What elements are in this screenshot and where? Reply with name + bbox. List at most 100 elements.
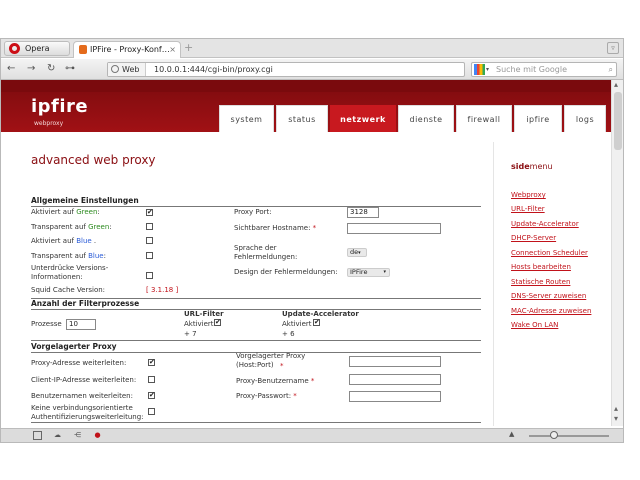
tab-bar: Opera IPFire - Proxy-Konf… × + ▿ [1,39,623,58]
side-link-url-filter[interactable]: URL-Filter [511,205,545,213]
tab-ipfire[interactable]: ipfire [514,105,562,132]
globe-icon [111,65,119,73]
checkbox-forward-username[interactable]: ✔ [148,392,155,399]
panel-toggle-icon[interactable] [33,431,42,440]
zoom-slider-knob[interactable] [550,431,558,439]
tab-dienste[interactable]: dienste [398,105,454,132]
key-icon[interactable]: ⊶ [65,62,75,76]
label-transparent-blue: Transparent auf Blue: [31,252,106,261]
error-language-value: de [350,248,359,256]
page-content: ipfire webproxy system status netzwerk d… [1,80,611,426]
tab-logs[interactable]: logs [564,105,606,132]
scroll-up-icon-lower[interactable]: ▴ [614,404,618,413]
checkbox-transparent-green[interactable] [146,223,153,230]
side-link-webproxy[interactable]: Webproxy [511,191,546,199]
visible-hostname-input[interactable] [347,223,441,234]
status-bar: ☁ ⋲ ● ▲ [1,428,623,442]
error-language-select[interactable]: de▾ [347,248,367,257]
label-upstream-user: Proxy-Benutzername * [236,377,314,386]
checkbox-forward-proxy[interactable]: ✔ [148,359,155,366]
opera-logo-icon [9,43,20,54]
magnifier-icon[interactable]: ⌕ [609,63,613,76]
checkbox-active-green[interactable]: ✔ [146,209,153,216]
google-icon[interactable] [474,64,485,75]
reload-button[interactable]: ↻ [47,62,55,76]
label-visible-hostname-text: Sichtbarer Hostname: [234,224,311,232]
side-link-dns-server[interactable]: DNS-Server zuweisen [511,292,586,300]
tab-proxy-config[interactable]: IPFire - Proxy-Konf… × [73,41,181,58]
scrollbar-thumb[interactable] [614,92,622,150]
search-field[interactable]: ▾ Suche mit Google ⌕ [471,62,617,77]
update-accel-count: + 6 [282,330,295,338]
side-link-hosts[interactable]: Hosts bearbeiten [511,263,571,271]
label-visible-hostname: Sichtbarer Hostname: * [234,224,316,233]
label-active-prefix-2: Aktiviert auf [31,237,77,245]
ipfire-logo[interactable]: ipfire [31,96,88,117]
label-upstream-user-text: Proxy-Benutzername [236,377,309,385]
vertical-scrollbar[interactable]: ▴ ▴ ▾ [611,80,623,426]
checkbox-transparent-blue[interactable] [146,252,153,259]
label-proxy-port: Proxy Port: [234,208,272,216]
error-design-select[interactable]: IPFire ▾ [347,268,390,277]
scroll-up-icon[interactable]: ▴ [614,80,618,89]
chevron-down-icon: ▾ [383,269,386,275]
checkbox-no-conn-auth[interactable] [148,408,155,415]
label-error-language: Sprache der Fehlermeldungen: [234,244,298,261]
section-upstream-title: Vorgelagerter Proxy [31,342,117,351]
side-link-mac-address[interactable]: MAC-Adresse zuweisen [511,307,591,315]
url-field[interactable]: Web 10.0.0.1:444/cgi-bin/proxy.cgi [107,62,465,77]
chevron-down-icon: ▾ [358,250,361,256]
side-link-wake-on-lan[interactable]: Wake On LAN [511,321,558,329]
side-heading-bold: side [511,162,530,171]
logo-subtitle: webproxy [34,120,64,127]
zoom-arrow-icon[interactable]: ▲ [509,430,514,438]
tab-menu-button[interactable]: ▿ [607,42,619,54]
processes-input[interactable]: 10 [66,319,96,330]
side-link-connection-scheduler[interactable]: Connection Scheduler [511,249,588,257]
tab-system[interactable]: system [219,105,274,132]
upstream-host-input[interactable] [349,356,441,367]
label-processes: Prozesse [31,320,62,328]
side-link-dhcp-server[interactable]: DHCP-Server [511,234,556,242]
upstream-pass-input[interactable] [349,391,441,402]
proxy-port-input[interactable]: 3128 [347,207,379,218]
label-active-blue: Aktiviert auf Blue . [31,237,96,246]
checkbox-active-blue[interactable] [146,237,153,244]
label-upstream-pass-text: Proxy-Passwort: [236,392,292,400]
side-menu-heading: sidemenu [511,162,553,171]
label-transparent-green: Transparent auf Green: [31,223,112,232]
checkbox-update-accel[interactable]: ✔ [313,319,320,326]
upstream-user-input[interactable] [349,374,441,385]
forward-button[interactable]: → [27,62,35,76]
checkbox-forward-client-ip[interactable] [148,376,155,383]
section-filter-title: Anzahl der Filterprozesse [31,299,140,308]
label-suppress-version: Unterdrücke Versions-Informationen: [31,264,109,281]
opera-menu-button[interactable]: Opera [4,41,70,56]
opera-unite-icon[interactable]: ● [93,431,102,440]
required-star: * [310,377,315,385]
side-link-update-accelerator[interactable]: Update-Accelerator [511,220,579,228]
tab-title: IPFire - Proxy-Konf… [90,45,170,54]
ipfire-header: ipfire webproxy system status netzwerk d… [1,80,611,132]
search-placeholder: Suche mit Google [496,65,567,74]
required-star: * [293,392,297,400]
close-tab-icon[interactable]: × [169,42,176,57]
cloud-icon[interactable]: ☁ [53,431,62,440]
back-button[interactable]: ← [7,62,15,76]
label-colon-2: : [109,223,112,231]
new-tab-button[interactable]: + [184,41,193,54]
checkbox-suppress-version[interactable] [146,272,153,279]
label-squid-version: Squid Cache Version: [31,286,106,294]
search-engine-arrow-icon[interactable]: ▾ [486,63,489,76]
share-icon[interactable]: ⋲ [73,431,82,440]
opera-menu-label: Opera [25,44,50,53]
label-error-design: Design der Fehlermeldungen: [234,268,338,276]
zoom-slider[interactable] [529,435,609,437]
tab-status[interactable]: status [276,105,328,132]
checkbox-url-filter[interactable]: ✔ [214,319,221,326]
tab-firewall[interactable]: firewall [456,105,512,132]
scroll-down-icon[interactable]: ▾ [614,414,618,423]
side-link-static-routes[interactable]: Statische Routen [511,278,570,286]
tab-netzwerk[interactable]: netzwerk [330,105,396,132]
label-green-2: Green [88,223,110,231]
